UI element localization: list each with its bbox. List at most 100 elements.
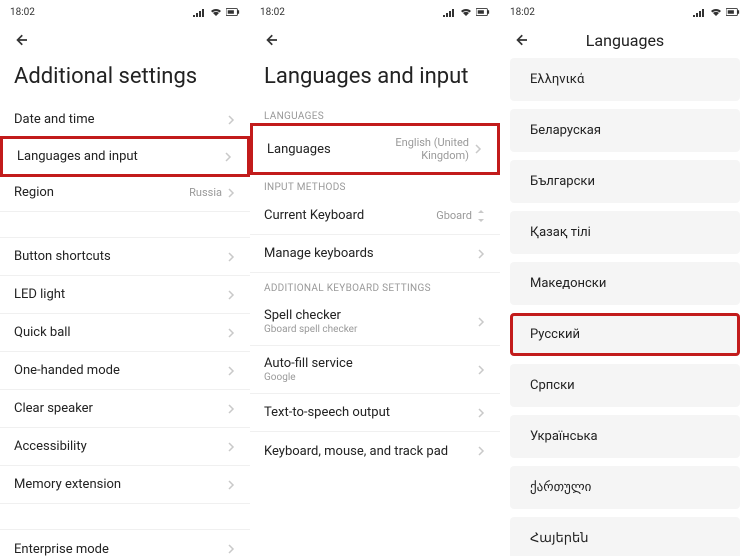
chevron-right-icon — [476, 317, 486, 327]
header — [250, 22, 500, 58]
status-icons — [442, 7, 490, 17]
chevron-right-icon — [226, 252, 236, 262]
row-languages-input[interactable]: Languages and input — [0, 136, 250, 177]
status-bar: 18:02 — [250, 0, 500, 22]
row-current-keyboard[interactable]: Current Keyboard Gboard — [250, 197, 500, 235]
row-label: Clear speaker — [14, 401, 226, 416]
chevron-right-icon — [226, 290, 236, 300]
chevron-right-icon — [476, 365, 486, 375]
row-label: Current Keyboard — [264, 208, 436, 223]
battery-icon — [476, 7, 490, 17]
back-icon[interactable] — [262, 30, 282, 50]
language-item[interactable]: ქართული — [510, 466, 740, 509]
panel-language-list: 18:02 Languages Ελληνικά Беларуская Българ… — [500, 0, 750, 556]
row-kmt[interactable]: Keyboard, mouse, and track pad — [250, 432, 500, 470]
chevron-right-icon — [226, 328, 236, 338]
section-label-input: INPUT METHODS — [250, 172, 500, 197]
row-one-handed[interactable]: One-handed mode — [0, 352, 250, 390]
spacer — [0, 504, 250, 530]
row-sub: Google — [264, 372, 476, 383]
row-label: Button shortcuts — [14, 249, 226, 264]
row-label: Keyboard, mouse, and track pad — [264, 444, 476, 459]
row-label: Date and time — [14, 112, 226, 127]
language-item[interactable]: Ελληνικά — [510, 58, 740, 101]
chevron-right-icon — [226, 480, 236, 490]
language-item[interactable]: Русский — [510, 313, 740, 356]
status-time: 18:02 — [10, 7, 35, 18]
row-value: Gboard — [436, 209, 472, 222]
panel-additional-settings: 18:02 Additional settings Date and time … — [0, 0, 250, 556]
row-manage-keyboards[interactable]: Manage keyboards — [250, 235, 500, 273]
updown-icon — [476, 210, 486, 222]
chevron-right-icon — [476, 249, 486, 259]
row-label: Languages and input — [17, 149, 223, 164]
row-label: Memory extension — [14, 477, 226, 492]
language-list: Ελληνικά Беларуская Български Қазақ тілі Мак… — [500, 58, 750, 556]
row-quick-ball[interactable]: Quick ball — [0, 314, 250, 352]
row-enterprise-mode[interactable]: Enterprise mode — [0, 530, 250, 556]
panel-languages-input: 18:02 Languages and input LANGUAGES Lang… — [250, 0, 500, 556]
row-led-light[interactable]: LED light — [0, 276, 250, 314]
chevron-right-icon — [226, 366, 236, 376]
signal-icon — [442, 7, 456, 17]
row-label: Languages — [267, 142, 369, 157]
row-label: Accessibility — [14, 439, 226, 454]
row-label: Manage keyboards — [264, 246, 476, 261]
wifi-icon — [459, 7, 473, 17]
language-item[interactable]: Українська — [510, 415, 740, 458]
row-spell-checker[interactable]: Spell checker Gboard spell checker — [250, 298, 500, 346]
language-item[interactable]: Српски — [510, 364, 740, 407]
chevron-right-icon — [476, 408, 486, 418]
row-region[interactable]: Region Russia — [0, 174, 250, 212]
spacer — [0, 212, 250, 238]
page-title: Additional settings — [0, 58, 250, 101]
row-label: Enterprise mode — [14, 542, 226, 556]
row-date-time[interactable]: Date and time — [0, 101, 250, 139]
language-item[interactable]: Беларуская — [510, 109, 740, 152]
row-label: Region — [14, 185, 189, 200]
status-time: 18:02 — [510, 7, 535, 18]
language-item[interactable]: Қазақ тілі — [510, 211, 740, 254]
back-icon[interactable] — [512, 30, 532, 50]
row-value: Russia — [189, 186, 222, 199]
header-title: Languages — [532, 31, 718, 50]
row-autofill[interactable]: Auto-fill service Google — [250, 346, 500, 394]
wifi-icon — [709, 7, 723, 17]
chevron-right-icon — [226, 544, 236, 554]
row-accessibility[interactable]: Accessibility — [0, 428, 250, 466]
back-icon[interactable] — [12, 30, 32, 50]
row-clear-speaker[interactable]: Clear speaker — [0, 390, 250, 428]
row-label: Quick ball — [14, 325, 226, 340]
row-label: LED light — [14, 287, 226, 302]
chevron-right-icon — [226, 442, 236, 452]
row-tts[interactable]: Text-to-speech output — [250, 394, 500, 432]
language-item[interactable]: Македонски — [510, 262, 740, 305]
status-time: 18:02 — [260, 7, 285, 18]
language-item[interactable]: Հայերեն — [510, 517, 740, 556]
battery-icon — [726, 7, 740, 17]
row-value: English (United Kingdom) — [369, 136, 469, 162]
row-label: Spell checker — [264, 308, 476, 323]
battery-icon — [226, 7, 240, 17]
status-icons — [192, 7, 240, 17]
signal-icon — [692, 7, 706, 17]
chevron-right-icon — [226, 188, 236, 198]
chevron-right-icon — [476, 446, 486, 456]
section-label-additional: ADDITIONAL KEYBOARD SETTINGS — [250, 273, 500, 298]
chevron-right-icon — [223, 152, 233, 162]
signal-icon — [192, 7, 206, 17]
status-bar: 18:02 — [0, 0, 250, 22]
status-bar: 18:02 — [500, 0, 750, 22]
row-button-shortcuts[interactable]: Button shortcuts — [0, 238, 250, 276]
header: Languages — [500, 22, 750, 58]
row-languages[interactable]: Languages English (United Kingdom) — [250, 123, 500, 175]
language-item[interactable]: Български — [510, 160, 740, 203]
row-label: Text-to-speech output — [264, 405, 476, 420]
row-sub: Gboard spell checker — [264, 324, 476, 335]
header — [0, 22, 250, 58]
wifi-icon — [209, 7, 223, 17]
row-label: One-handed mode — [14, 363, 226, 378]
chevron-right-icon — [473, 144, 483, 154]
row-memory-extension[interactable]: Memory extension — [0, 466, 250, 504]
chevron-right-icon — [226, 115, 236, 125]
